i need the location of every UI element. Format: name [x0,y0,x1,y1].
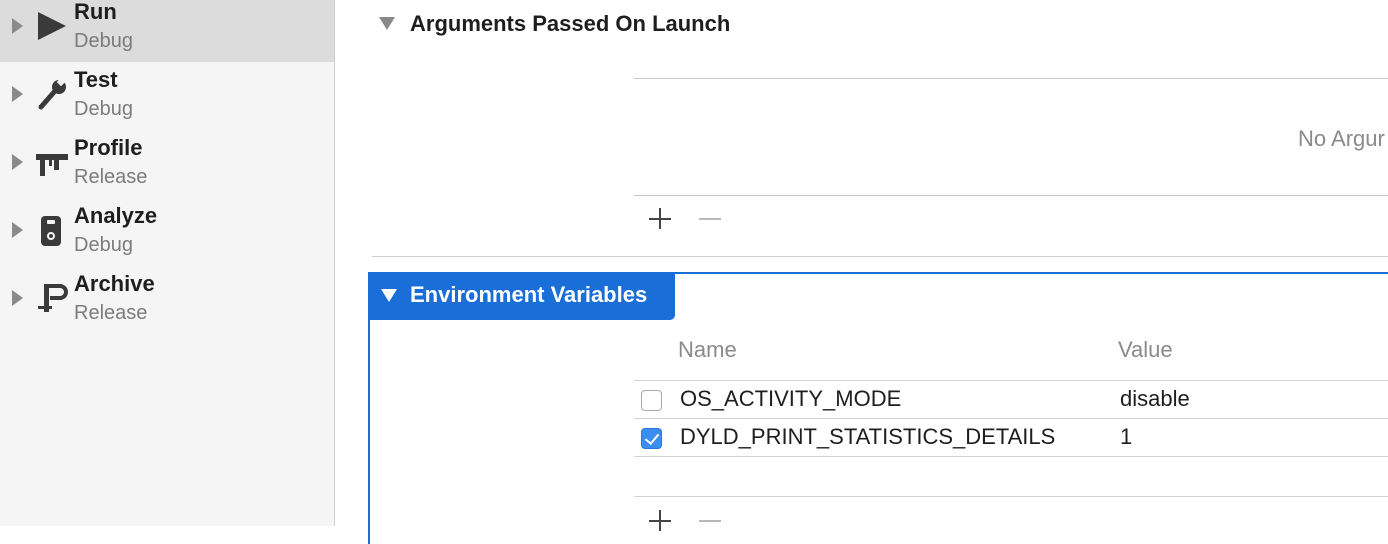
sidebar-item-config: Debug [74,234,133,256]
sidebar-item-label: Analyze [74,203,158,228]
sidebar-item-profile[interactable]: Profile Release [0,135,334,198]
arguments-section-title[interactable]: Arguments Passed On Launch [410,11,730,37]
sidebar-item-test[interactable]: Test Debug [0,67,334,130]
sidebar-item-archive[interactable]: Archive Release [0,271,334,334]
add-variable-button[interactable] [649,509,673,533]
variable-value-cell[interactable]: 1 [1120,424,1132,450]
disclosure-triangle-icon[interactable] [381,289,397,302]
disclosure-triangle-icon[interactable] [12,154,23,170]
sidebar-item-config: Release [74,166,148,188]
disclosure-triangle-icon[interactable] [12,18,23,34]
analyze-icon [34,212,70,248]
table-row[interactable]: DYLD_PRINT_STATISTICS_DETAILS 1 [634,418,1388,456]
remove-variable-button[interactable] [699,509,723,533]
variable-name-cell[interactable]: OS_ACTIVITY_MODE [680,386,901,412]
disclosure-triangle-icon[interactable] [12,290,23,306]
play-icon [34,8,70,44]
sidebar-item-label: Archive [74,271,155,296]
environment-section-title: Environment Variables [410,282,648,307]
disclosure-triangle-icon[interactable] [12,86,23,102]
enable-checkbox[interactable] [641,428,662,449]
column-header-value[interactable]: Value [1118,337,1173,363]
variable-value-cell[interactable]: disable [1120,386,1190,412]
sidebar-item-config: Release [74,302,148,324]
sidebar-item-analyze[interactable]: Analyze Debug [0,203,334,266]
arguments-list[interactable] [634,78,1388,196]
section-divider [372,256,1388,257]
sidebar-item-config: Debug [74,30,133,52]
scheme-editor-panel: Arguments Passed On Launch No Argur Envi… [335,0,1388,544]
disclosure-triangle-icon[interactable] [12,222,23,238]
instruments-icon [34,144,70,180]
sidebar-item-run[interactable]: Run Debug [0,0,334,62]
sidebar-item-label: Run [74,0,117,24]
sidebar-item-config: Debug [74,98,133,120]
remove-argument-button[interactable] [699,207,723,231]
scheme-action-sidebar: Run Debug Test Debug Profile Release Ana… [0,0,335,526]
table-bottom-divider [634,496,1388,497]
table-row[interactable]: OS_ACTIVITY_MODE disable [634,380,1388,418]
enable-checkbox[interactable] [641,390,662,411]
row-divider [634,456,1388,457]
add-argument-button[interactable] [649,207,673,231]
variable-name-cell[interactable]: DYLD_PRINT_STATISTICS_DETAILS [680,424,1055,450]
wrench-icon [34,76,70,112]
environment-section-header[interactable]: Environment Variables [368,272,675,320]
archive-icon [34,280,70,316]
sidebar-item-label: Profile [74,135,143,160]
disclosure-triangle-icon[interactable] [379,17,395,30]
column-header-name[interactable]: Name [678,337,737,363]
arguments-empty-text: No Argur [1298,126,1385,151]
sidebar-item-label: Test [74,67,118,92]
